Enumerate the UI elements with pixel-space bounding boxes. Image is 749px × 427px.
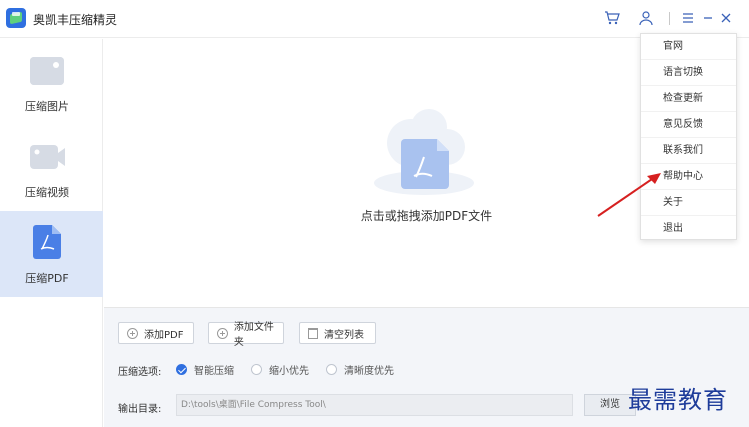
menu-item-language[interactable]: 语言切换: [641, 60, 736, 86]
radio-unchecked-icon: [251, 364, 262, 375]
compress-options-label: 压缩选项:: [118, 367, 162, 378]
sidebar-item-label: 压缩PDF: [25, 272, 69, 285]
radio-label: 清晰度优先: [344, 366, 394, 377]
plus-circle-icon: [217, 327, 228, 339]
titlebar-divider: [669, 12, 670, 25]
cart-icon[interactable]: [603, 9, 621, 27]
watermark-text: 最需教育: [628, 386, 728, 414]
add-folder-label: 添加文件夹: [233, 322, 274, 348]
menu-item-feedback[interactable]: 意见反馈: [641, 112, 736, 138]
radio-checked-icon: [176, 364, 187, 375]
pdf-drop-illustration: [374, 109, 474, 195]
menu-item-check-update[interactable]: 检查更新: [641, 86, 736, 112]
minimize-icon[interactable]: [699, 9, 717, 27]
clear-list-label: 清空列表: [324, 329, 364, 341]
output-dir-label: 输出目录:: [118, 404, 162, 415]
menu-item-website[interactable]: 官网: [641, 34, 736, 60]
pdf-icon: [33, 225, 67, 259]
sidebar: 压缩图片 压缩视频 压缩PDF: [0, 39, 103, 427]
radio-label: 缩小优先: [269, 366, 309, 377]
video-icon: [30, 143, 65, 171]
sidebar-item-compress-video[interactable]: 压缩视频: [0, 125, 103, 211]
radio-clarity-priority[interactable]: 清晰度优先: [326, 362, 394, 377]
sidebar-item-label: 压缩视频: [25, 186, 69, 199]
radio-label: 智能压缩: [194, 366, 234, 377]
menu-item-contact[interactable]: 联系我们: [641, 138, 736, 164]
app-logo-icon: [6, 8, 26, 28]
sidebar-item-label: 压缩图片: [25, 100, 69, 113]
radio-size-priority[interactable]: 缩小优先: [251, 362, 309, 377]
add-folder-button[interactable]: 添加文件夹: [208, 322, 284, 348]
app-title: 奥凯丰压缩精灵: [33, 13, 118, 27]
close-icon[interactable]: [717, 9, 735, 27]
user-icon[interactable]: [637, 9, 655, 27]
clear-list-button[interactable]: 清空列表: [299, 322, 376, 344]
sidebar-item-compress-image[interactable]: 压缩图片: [0, 39, 103, 125]
add-pdf-button[interactable]: 添加PDF: [118, 322, 194, 344]
menu-icon[interactable]: [679, 9, 697, 27]
sidebar-item-compress-pdf[interactable]: 压缩PDF: [0, 211, 103, 297]
radio-smart-compress[interactable]: 智能压缩: [176, 362, 234, 377]
output-dir-field[interactable]: D:\tools\桌面\File Compress Tool\: [176, 394, 573, 416]
add-pdf-label: 添加PDF: [144, 329, 184, 341]
trash-icon: [308, 327, 318, 339]
plus-circle-icon: [127, 327, 138, 339]
image-icon: [30, 57, 64, 85]
radio-unchecked-icon: [326, 364, 337, 375]
title-bar: 奥凯丰压缩精灵: [0, 0, 749, 38]
annotation-arrow-icon: [597, 173, 661, 217]
